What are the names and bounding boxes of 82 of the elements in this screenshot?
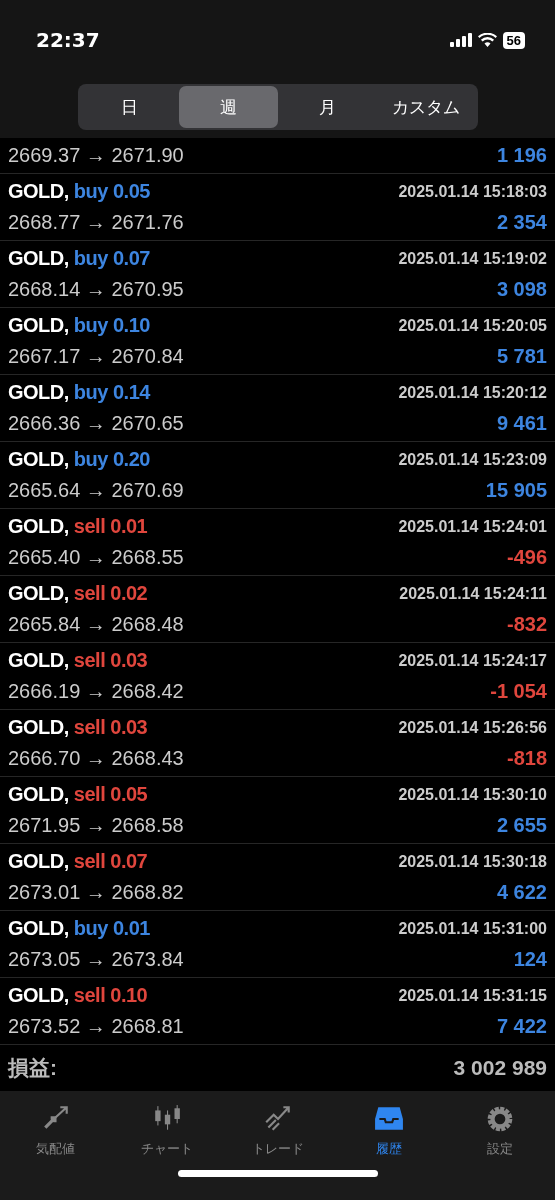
- deal-time: 2025.01.14 15:30:18: [398, 852, 547, 871]
- profit-value: -496: [506, 546, 547, 569]
- price-range: 2666.70 → 2668.43: [8, 747, 184, 770]
- price-range: 2673.52 → 2668.81: [8, 1015, 184, 1038]
- trade-side-volume: buy 0.14: [73, 381, 150, 404]
- status-time: 22:37: [36, 28, 100, 52]
- symbol-label: GOLD,: [8, 850, 69, 873]
- profit-value: -818: [506, 747, 547, 770]
- tab-bar-item[interactable]: トレード: [232, 1103, 323, 1159]
- price-range: 2665.84 → 2668.48: [8, 613, 184, 636]
- symbol-label: GOLD,: [8, 448, 69, 471]
- profit-value: 124: [513, 948, 547, 971]
- trade-side-volume: sell 0.10: [73, 984, 148, 1007]
- profit-value: 7 422: [496, 1015, 547, 1038]
- trade-side-volume: sell 0.05: [73, 783, 148, 806]
- trade-side-volume: sell 0.01: [73, 515, 148, 538]
- symbol-label: GOLD,: [8, 984, 69, 1007]
- symbol-label: GOLD,: [8, 314, 69, 337]
- deal-time: 2025.01.14 15:31:00: [398, 919, 547, 938]
- price-range: 2665.64 → 2670.69: [8, 479, 184, 502]
- profit-value: 2 655: [496, 814, 547, 837]
- deal-time: 2025.01.14 15:31:15: [398, 986, 547, 1005]
- deal-time: 2025.01.14 15:19:02: [398, 249, 547, 268]
- deal-time: 2025.01.14 15:30:10: [398, 785, 547, 804]
- symbol-label: GOLD,: [8, 515, 69, 538]
- trade-side-volume: sell 0.07: [73, 850, 148, 873]
- price-range: 2669.37 → 2671.90: [8, 144, 184, 167]
- price-range: 2665.40 → 2668.55: [8, 546, 184, 569]
- trade-side-volume: buy 0.05: [73, 180, 150, 203]
- trade-side-volume: buy 0.10: [73, 314, 150, 337]
- deal-time: 2025.01.14 15:18:03: [398, 182, 547, 201]
- symbol-label: GOLD,: [8, 582, 69, 605]
- profit-value: 2 354: [496, 211, 547, 234]
- deal-time: 2025.01.14 15:20:12: [398, 383, 547, 402]
- deal-time: 2025.01.14 15:24:17: [398, 651, 547, 670]
- symbol-label: GOLD,: [8, 180, 69, 203]
- price-range: 2666.36 → 2670.65: [8, 412, 184, 435]
- period-tab[interactable]: 週: [178, 86, 278, 128]
- period-tab[interactable]: 日: [79, 86, 179, 128]
- tab-bar-item[interactable]: 設定: [454, 1103, 545, 1159]
- symbol-label: GOLD,: [8, 247, 69, 270]
- trade-side-volume: buy 0.01: [73, 917, 150, 940]
- summary-label: 損益:: [8, 1055, 57, 1081]
- profit-value: 9 461: [496, 412, 547, 435]
- deal-time: 2025.01.14 15:24:11: [399, 584, 547, 603]
- profit-value: 3 098: [496, 278, 547, 301]
- period-tab[interactable]: 月: [277, 86, 377, 128]
- tab-bar-item[interactable]: 気配値: [10, 1103, 101, 1159]
- profit-value: 15 905: [485, 479, 547, 502]
- symbol-label: GOLD,: [8, 649, 69, 672]
- symbol-label: GOLD,: [8, 381, 69, 404]
- price-range: 2671.95 → 2668.58: [8, 814, 184, 837]
- symbol-label: GOLD,: [8, 783, 69, 806]
- tab-bar-item[interactable]: チャート: [121, 1103, 212, 1159]
- profit-value: 5 781: [496, 345, 547, 368]
- trade-side-volume: sell 0.03: [73, 716, 148, 739]
- price-range: 2667.17 → 2670.84: [8, 345, 184, 368]
- profit-value: -832: [506, 613, 547, 636]
- price-range: 2673.01 → 2668.82: [8, 881, 184, 904]
- wifi-icon: [477, 33, 497, 47]
- price-range: 2668.14 → 2670.95: [8, 278, 184, 301]
- trade-side-volume: sell 0.03: [73, 649, 148, 672]
- deal-time: 2025.01.14 15:26:56: [398, 718, 547, 737]
- profit-value: -1 054: [490, 680, 547, 703]
- deal-time: 2025.01.14 15:23:09: [398, 450, 547, 469]
- battery-indicator: 56: [502, 31, 525, 49]
- symbol-label: GOLD,: [8, 917, 69, 940]
- tab-bar-item[interactable]: 履歴: [343, 1103, 434, 1159]
- signal-icon: [449, 33, 472, 47]
- trade-side-volume: buy 0.20: [73, 448, 150, 471]
- trade-side-volume: buy 0.07: [73, 247, 150, 270]
- price-range: 2668.77 → 2671.76: [8, 211, 184, 234]
- profit-value: 1 196: [496, 144, 547, 167]
- profit-value: 4 622: [496, 881, 547, 904]
- deal-time: 2025.01.14 15:20:05: [398, 316, 547, 335]
- trade-side-volume: sell 0.02: [73, 582, 148, 605]
- price-range: 2673.05 → 2673.84: [8, 948, 184, 971]
- price-range: 2666.19 → 2668.42: [8, 680, 184, 703]
- symbol-label: GOLD,: [8, 716, 69, 739]
- period-tab[interactable]: カスタム: [376, 86, 476, 128]
- summary-value: 3 002 989: [453, 1056, 547, 1080]
- deal-time: 2025.01.14 15:24:01: [398, 517, 547, 536]
